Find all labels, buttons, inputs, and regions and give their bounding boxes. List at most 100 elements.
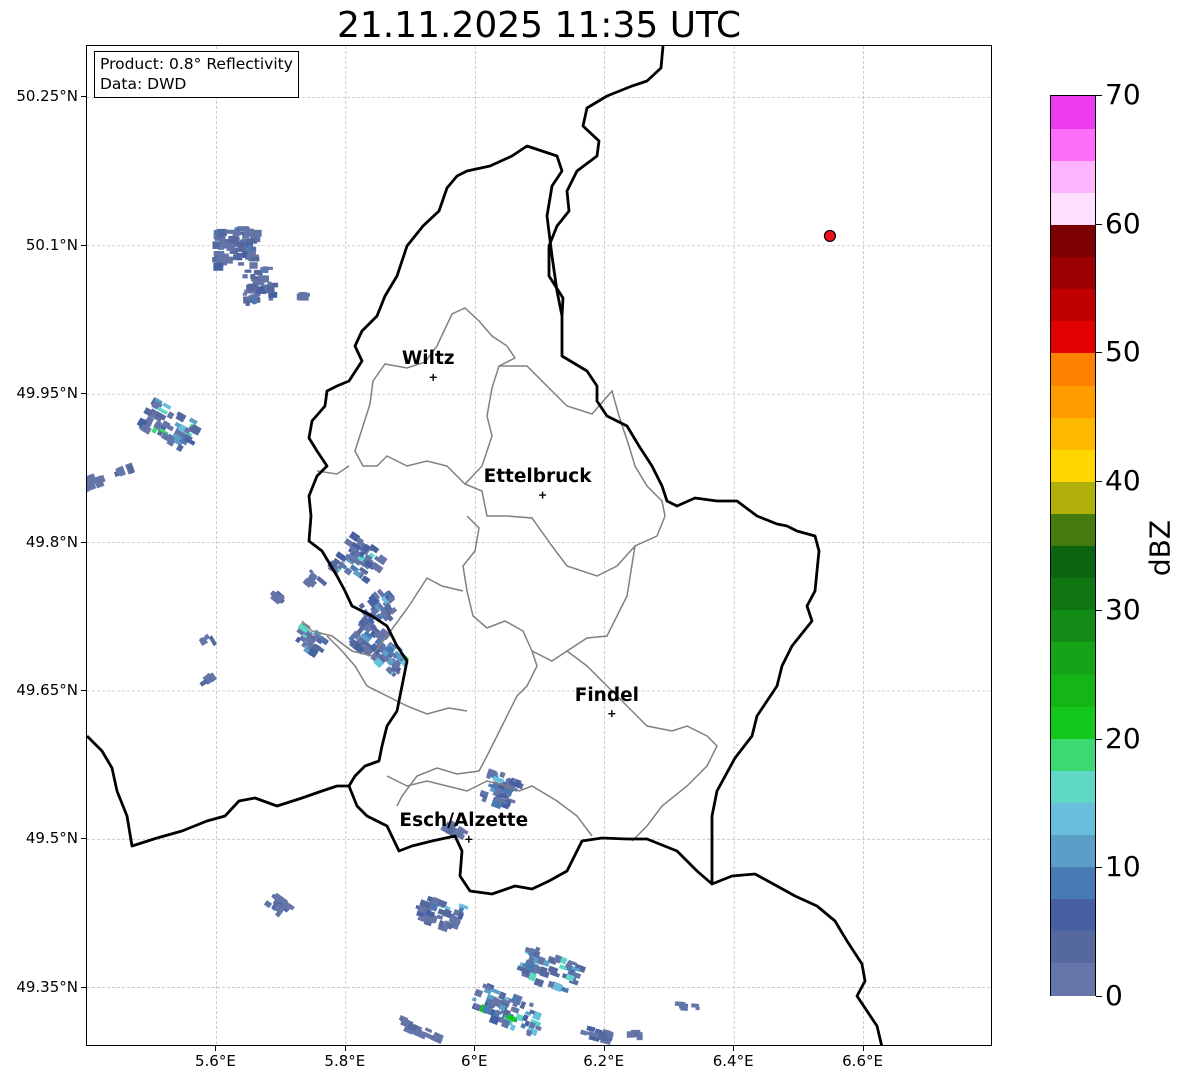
colorbar-segment xyxy=(1051,802,1095,836)
colorbar-tick xyxy=(1096,352,1102,354)
colorbar-segment xyxy=(1051,352,1095,386)
district-boundary-middle xyxy=(462,515,636,662)
colorbar-segment xyxy=(1051,320,1095,354)
lat-tick xyxy=(81,96,86,98)
city-marker xyxy=(465,835,473,843)
radar-site-marker xyxy=(823,229,837,243)
echo-cluster xyxy=(296,292,310,301)
colorbar-tick xyxy=(1096,996,1102,997)
echo-cluster xyxy=(242,266,279,306)
colorbar-tick xyxy=(1096,223,1102,225)
lat-tick xyxy=(81,393,86,395)
lon-tick xyxy=(215,1046,217,1051)
colorbar-segment xyxy=(1051,673,1095,707)
district-boundaries xyxy=(301,307,718,842)
colorbar-unit-label: dBZ xyxy=(1143,519,1177,577)
city-marker xyxy=(429,373,437,381)
colorbar-segment xyxy=(1051,256,1095,290)
lon-tick xyxy=(862,1046,864,1051)
lon-tick-label: 6°E xyxy=(461,1052,488,1070)
colorbar-segment xyxy=(1051,513,1095,547)
colorbar-segment xyxy=(1051,160,1095,193)
echo-cluster xyxy=(136,397,202,453)
echo-cluster xyxy=(626,1029,643,1041)
district-boundary-southeast xyxy=(566,650,718,842)
city-label: Findel xyxy=(574,684,639,706)
lon-tick-label: 5.6°E xyxy=(195,1052,236,1070)
lat-tick xyxy=(81,541,86,543)
colorbar-tick xyxy=(1096,738,1102,740)
colorbar-tick-label: 10 xyxy=(1105,850,1141,884)
city-label: Ettelbruck xyxy=(483,466,592,488)
colorbar-segment xyxy=(1051,288,1095,322)
radar-map[interactable] xyxy=(86,45,992,1046)
lon-tick xyxy=(474,1046,476,1051)
echo-cluster xyxy=(398,1014,444,1045)
colorbar-segment xyxy=(1051,545,1095,579)
belgium-france-border xyxy=(87,735,349,848)
colorbar-tick-label: 50 xyxy=(1105,335,1141,369)
colorbar-tick xyxy=(1096,609,1102,611)
lon-tick xyxy=(733,1046,735,1051)
colorbar-segment xyxy=(1051,449,1095,482)
echo-cluster xyxy=(302,569,328,588)
echo-cluster xyxy=(516,946,587,994)
map-canvas xyxy=(87,46,991,1045)
country-borders xyxy=(87,46,883,1045)
colorbar-tick xyxy=(1096,481,1102,483)
echo-cluster xyxy=(198,633,218,647)
colorbar-segment xyxy=(1051,641,1095,675)
city-label: Esch/Alzette xyxy=(399,810,529,832)
echo-cluster xyxy=(471,982,543,1037)
colorbar-segment xyxy=(1051,770,1095,803)
lat-tick-label: 50.1°N xyxy=(25,235,78,254)
colorbar-segment xyxy=(1051,738,1095,771)
city-markers xyxy=(429,373,616,843)
colorbar-segment xyxy=(1051,128,1095,161)
city-marker xyxy=(539,491,547,499)
colorbar-tick-label: 60 xyxy=(1105,206,1141,240)
colorbar-segment xyxy=(1051,706,1095,739)
colorbar-segment xyxy=(1051,384,1095,418)
district-boundary-north xyxy=(354,307,517,486)
colorbar-segment xyxy=(1051,481,1095,514)
colorbar-tick-label: 0 xyxy=(1105,979,1123,1012)
colorbar-segment xyxy=(1051,834,1095,868)
lat-tick xyxy=(81,689,86,691)
lat-tick-label: 49.5°N xyxy=(25,829,78,848)
echo-cluster xyxy=(212,226,262,271)
colorbar-tick-label: 70 xyxy=(1105,78,1141,111)
colorbar-segment xyxy=(1051,192,1095,226)
colorbar-tick-label: 40 xyxy=(1105,464,1141,498)
map-title: 21.11.2025 11:35 UTC xyxy=(336,5,742,46)
germany-border-east xyxy=(547,46,665,317)
colorbar-tick xyxy=(1096,95,1102,96)
colorbar-segment xyxy=(1051,898,1095,932)
data-source-label: Data: DWD xyxy=(100,75,187,93)
colorbar-segment xyxy=(1051,96,1095,129)
info-box: Product: 0.8° Reflectivity Data: DWD xyxy=(94,51,299,98)
lat-tick-label: 50.25°N xyxy=(16,87,78,106)
echo-cluster xyxy=(295,622,329,658)
lon-tick-label: 5.8°E xyxy=(324,1052,366,1070)
colorbar-segment xyxy=(1051,930,1095,964)
lat-tick xyxy=(81,838,86,840)
lat-tick-label: 49.8°N xyxy=(25,532,78,551)
echo-cluster xyxy=(87,473,106,493)
echo-cluster xyxy=(674,1001,700,1012)
colorbar xyxy=(1050,95,1096,996)
colorbar-segment xyxy=(1051,577,1095,611)
lat-tick-label: 49.95°N xyxy=(16,384,78,403)
echo-cluster xyxy=(270,590,285,605)
colorbar-segment xyxy=(1051,224,1095,258)
echo-cluster xyxy=(199,672,218,687)
lon-tick-label: 6.2°E xyxy=(583,1052,625,1070)
product-label: Product: 0.8° Reflectivity xyxy=(100,55,293,73)
colorbar-segment xyxy=(1051,962,1095,996)
luxembourg-border xyxy=(307,144,821,896)
colorbar-tick xyxy=(1096,867,1102,869)
germany-border-south xyxy=(711,872,883,1045)
lat-tick xyxy=(81,244,86,246)
colorbar-tick-label: 30 xyxy=(1105,592,1141,626)
lon-tick-label: 6.4°E xyxy=(712,1052,754,1070)
